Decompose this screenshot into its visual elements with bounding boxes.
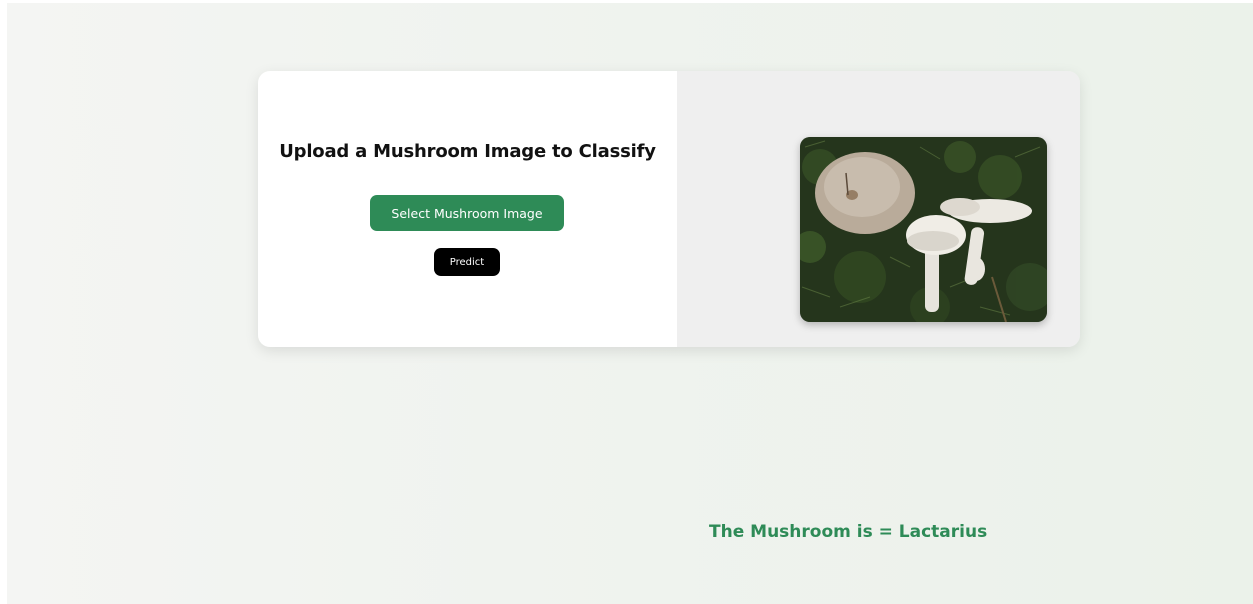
preview-panel xyxy=(677,71,1080,347)
select-image-button[interactable]: Select Mushroom Image xyxy=(370,195,564,231)
classifier-card: Upload a Mushroom Image to Classify Sele… xyxy=(258,71,1080,347)
predict-button[interactable]: Predict xyxy=(434,248,500,276)
page-background: Upload a Mushroom Image to Classify Sele… xyxy=(7,3,1253,604)
upload-panel: Upload a Mushroom Image to Classify Sele… xyxy=(258,71,677,347)
upload-title: Upload a Mushroom Image to Classify xyxy=(279,141,656,162)
mushroom-preview-image xyxy=(800,137,1047,322)
prediction-result: The Mushroom is = Lactarius xyxy=(709,522,988,542)
